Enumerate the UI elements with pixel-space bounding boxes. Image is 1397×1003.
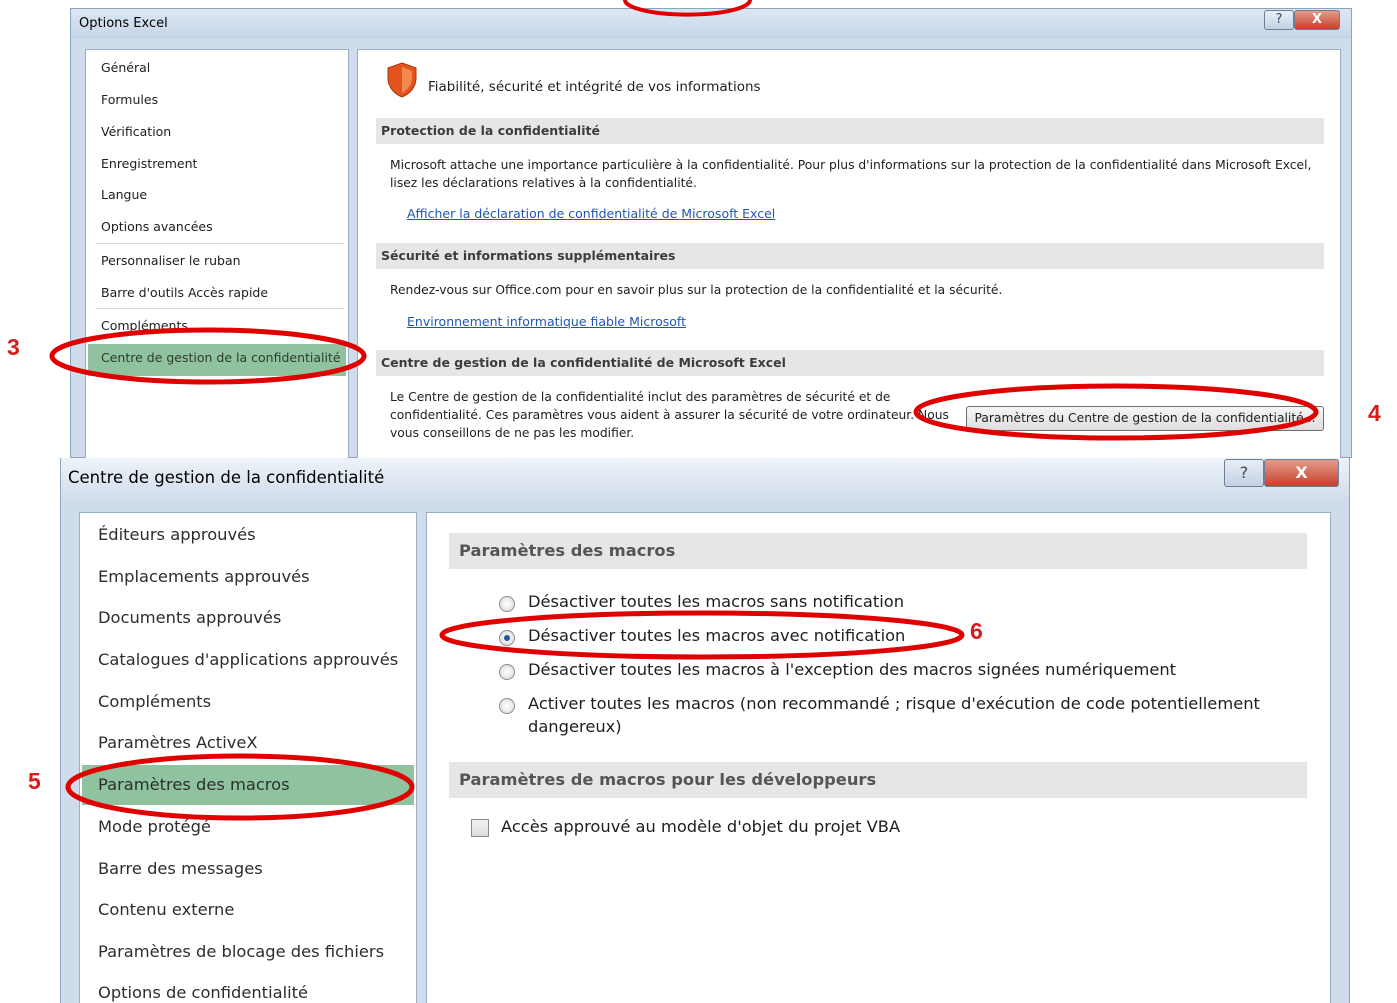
section-text: Rendez-vous sur Office.com pour en savoi… <box>390 281 1002 299</box>
nav-item-editeurs[interactable]: Éditeurs approuvés <box>98 525 256 544</box>
text-line: vous conseillons de ne pas les modifier. <box>390 426 635 440</box>
text-line: lisez les déclarations relatives à la co… <box>390 176 697 190</box>
trust-center-title-bar: Centre de gestion de la confidentialité … <box>61 458 1349 503</box>
options-heading: Fiabilité, sécurité et intégrité de vos … <box>428 79 761 95</box>
step-number-4: 4 <box>1368 400 1381 426</box>
radio-disable-except-signed[interactable] <box>499 664 515 680</box>
section-text: Microsoft attache une importance particu… <box>390 156 1311 192</box>
section-header-developpeurs: Paramètres de macros pour les développeu… <box>449 762 1307 798</box>
radio-disable-no-notification[interactable] <box>499 596 515 612</box>
options-excel-window: Options Excel ? X Général Formules Vérif… <box>70 8 1352 469</box>
help-button[interactable]: ? <box>1224 459 1264 487</box>
section-title: Protection de la confidentialité <box>381 123 600 138</box>
radio-label[interactable]: Désactiver toutes les macros à l'excepti… <box>528 658 1288 681</box>
nav-item-barre-messages[interactable]: Barre des messages <box>98 859 263 878</box>
nav-item-complements[interactable]: Compléments <box>101 318 188 333</box>
section-title: Sécurité et informations supplémentaires <box>381 248 676 263</box>
options-nav-panel: Général Formules Vérification Enregistre… <box>85 49 349 469</box>
section-header-macros: Paramètres des macros <box>449 533 1307 569</box>
nav-item-options-confidentialite[interactable]: Options de confidentialité <box>98 983 308 1002</box>
nav-item-activex[interactable]: Paramètres ActiveX <box>98 733 258 752</box>
nav-item-catalogues[interactable]: Catalogues d'applications approuvés <box>98 650 398 669</box>
options-window-title: Options Excel <box>79 16 168 31</box>
macro-settings-panel: Paramètres des macros Désactiver toutes … <box>426 512 1331 1003</box>
shield-icon <box>387 62 417 98</box>
options-title-bar: Options Excel ? X <box>71 9 1351 39</box>
nav-item-options-avancees[interactable]: Options avancées <box>101 219 213 234</box>
trust-center-nav-panel: Éditeurs approuvés Emplacements approuvé… <box>79 512 417 1003</box>
vba-access-checkbox[interactable] <box>471 819 489 837</box>
close-button[interactable]: X <box>1264 459 1339 487</box>
nav-item-barre-acces-rapide[interactable]: Barre d'outils Accès rapide <box>101 285 268 300</box>
section-title: Paramètres des macros <box>459 541 676 560</box>
nav-item-langue[interactable]: Langue <box>101 187 147 202</box>
options-content-panel: Fiabilité, sécurité et intégrité de vos … <box>357 49 1341 469</box>
text-line: Le Centre de gestion de la confidentiali… <box>390 390 891 404</box>
radio-disable-with-notification[interactable] <box>499 630 515 646</box>
nav-separator <box>96 243 344 244</box>
step-number-3: 3 <box>7 334 20 360</box>
text-line: confidentialité. Ces paramètres vous aid… <box>390 408 949 422</box>
trustworthy-computing-link[interactable]: Environnement informatique fiable Micros… <box>407 314 686 329</box>
radio-label[interactable]: Désactiver toutes les macros avec notifi… <box>528 624 1288 647</box>
section-title: Paramètres de macros pour les développeu… <box>459 770 877 789</box>
section-title: Centre de gestion de la confidentialité … <box>381 355 786 370</box>
help-button[interactable]: ? <box>1264 10 1294 30</box>
nav-item-centre-confidentialite[interactable]: Centre de gestion de la confidentialité <box>101 350 341 365</box>
nav-separator <box>96 308 344 309</box>
trust-center-window-title: Centre de gestion de la confidentialité <box>68 468 385 487</box>
nav-item-enregistrement[interactable]: Enregistrement <box>101 156 197 171</box>
nav-item-complements[interactable]: Compléments <box>98 692 211 711</box>
nav-item-verification[interactable]: Vérification <box>101 124 171 139</box>
section-header-securite: Sécurité et informations supplémentaires <box>376 243 1324 269</box>
privacy-statement-link[interactable]: Afficher la déclaration de confidentiali… <box>407 206 775 221</box>
nav-item-formules[interactable]: Formules <box>101 92 158 107</box>
radio-enable-all[interactable] <box>499 698 515 714</box>
nav-item-personnaliser-ruban[interactable]: Personnaliser le ruban <box>101 253 241 268</box>
section-header-protection: Protection de la confidentialité <box>376 118 1324 144</box>
radio-label[interactable]: Activer toutes les macros (non recommand… <box>528 692 1288 738</box>
nav-item-blocage-fichiers[interactable]: Paramètres de blocage des fichiers <box>98 942 384 961</box>
nav-item-mode-protege[interactable]: Mode protégé <box>98 817 211 836</box>
section-text: Le Centre de gestion de la confidentiali… <box>390 388 949 442</box>
nav-item-general[interactable]: Général <box>101 60 150 75</box>
step-number-5: 5 <box>28 768 41 794</box>
checkbox-label[interactable]: Accès approuvé au modèle d'objet du proj… <box>501 817 900 836</box>
section-header-centre: Centre de gestion de la confidentialité … <box>376 350 1324 376</box>
text-line: Rendez-vous sur Office.com pour en savoi… <box>390 283 1003 297</box>
nav-item-documents[interactable]: Documents approuvés <box>98 608 281 627</box>
trust-center-settings-button[interactable]: Paramètres du Centre de gestion de la co… <box>966 406 1324 431</box>
close-button[interactable]: X <box>1294 10 1340 30</box>
nav-item-emplacements[interactable]: Emplacements approuvés <box>98 567 310 586</box>
nav-item-macros[interactable]: Paramètres des macros <box>98 775 290 794</box>
trust-center-window: Centre de gestion de la confidentialité … <box>60 458 1350 1003</box>
nav-item-contenu-externe[interactable]: Contenu externe <box>98 900 234 919</box>
step-number-6: 6 <box>970 618 983 644</box>
radio-label[interactable]: Désactiver toutes les macros sans notifi… <box>528 590 1288 613</box>
text-line: Microsoft attache une importance particu… <box>390 158 1312 172</box>
